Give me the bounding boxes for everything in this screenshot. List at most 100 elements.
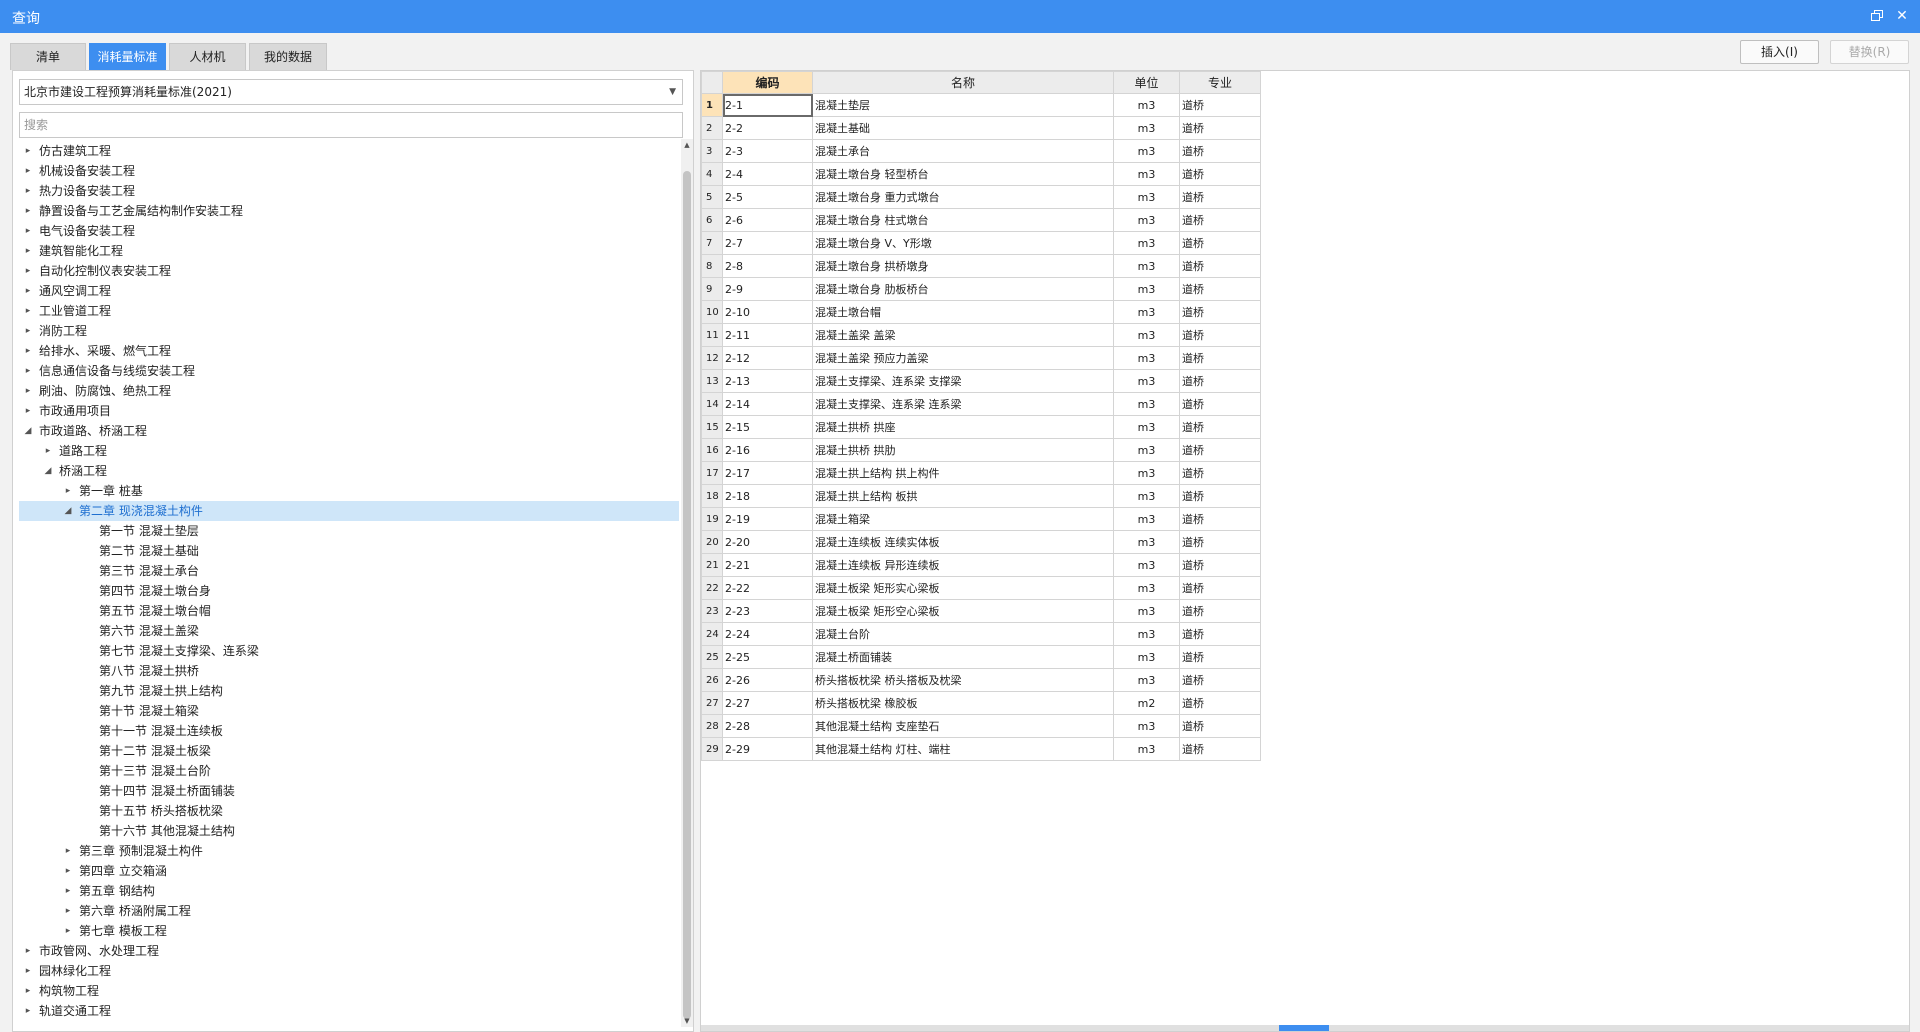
row-number[interactable]: 9 [701, 277, 723, 301]
name-cell[interactable]: 桥头搭板枕梁 橡胶板 [812, 691, 1114, 715]
table-row[interactable]: 11 2-11 混凝土盖梁 盖梁 m3 道桥 [701, 323, 1261, 347]
name-cell[interactable]: 混凝土垫层 [812, 93, 1114, 117]
code-cell[interactable]: 2-20 [722, 530, 813, 554]
search-input[interactable] [19, 112, 683, 138]
column-header-code[interactable]: 编码 [722, 71, 813, 94]
unit-cell[interactable]: m3 [1113, 254, 1180, 278]
tree-item[interactable]: 第七节 混凝土支撑梁、连系梁 [19, 641, 679, 661]
code-cell[interactable]: 2-18 [722, 484, 813, 508]
specialty-cell[interactable]: 道桥 [1179, 208, 1261, 232]
code-cell[interactable]: 2-1 [722, 93, 813, 117]
row-number[interactable]: 3 [701, 139, 723, 163]
name-cell[interactable]: 混凝土拱桥 拱座 [812, 415, 1114, 439]
table-row[interactable]: 10 2-10 混凝土墩台帽 m3 道桥 [701, 300, 1261, 324]
row-number[interactable]: 5 [701, 185, 723, 209]
collapsed-arrow-icon[interactable]: ▸ [23, 401, 33, 421]
name-cell[interactable]: 混凝土盖梁 预应力盖梁 [812, 346, 1114, 370]
specialty-cell[interactable]: 道桥 [1179, 553, 1261, 577]
insert-button[interactable]: 插入(I) [1740, 40, 1819, 64]
scroll-down-icon[interactable]: ▼ [681, 1015, 693, 1027]
specialty-cell[interactable]: 道桥 [1179, 323, 1261, 347]
scroll-thumb[interactable] [683, 171, 691, 1019]
row-number[interactable]: 23 [701, 599, 723, 623]
specialty-cell[interactable]: 道桥 [1179, 714, 1261, 738]
collapsed-arrow-icon[interactable]: ▸ [43, 441, 53, 461]
standard-select[interactable]: 北京市建设工程预算消耗量标准(2021) ▼ [19, 79, 683, 105]
tab-labor-material-machine[interactable]: 人材机 [169, 43, 246, 70]
collapsed-arrow-icon[interactable]: ▸ [23, 361, 33, 381]
collapsed-arrow-icon[interactable]: ▸ [23, 221, 33, 241]
name-cell[interactable]: 混凝土板梁 矩形空心梁板 [812, 599, 1114, 623]
specialty-cell[interactable]: 道桥 [1179, 415, 1261, 439]
row-number[interactable]: 28 [701, 714, 723, 738]
specialty-cell[interactable]: 道桥 [1179, 300, 1261, 324]
specialty-cell[interactable]: 道桥 [1179, 484, 1261, 508]
code-cell[interactable]: 2-7 [722, 231, 813, 255]
tree-item[interactable]: 第三节 混凝土承台 [19, 561, 679, 581]
horizontal-scrollbar[interactable] [701, 1025, 1909, 1031]
code-cell[interactable]: 2-5 [722, 185, 813, 209]
code-cell[interactable]: 2-25 [722, 645, 813, 669]
name-cell[interactable]: 混凝土支撑梁、连系梁 连系梁 [812, 392, 1114, 416]
specialty-cell[interactable]: 道桥 [1179, 346, 1261, 370]
row-number[interactable]: 4 [701, 162, 723, 186]
row-number[interactable]: 14 [701, 392, 723, 416]
collapsed-arrow-icon[interactable]: ▸ [23, 981, 33, 1001]
collapsed-arrow-icon[interactable]: ▸ [23, 141, 33, 161]
name-cell[interactable]: 混凝土板梁 矩形实心梁板 [812, 576, 1114, 600]
chevron-down-icon[interactable]: ▼ [669, 80, 676, 104]
row-number[interactable]: 11 [701, 323, 723, 347]
replace-button[interactable]: 替换(R) [1830, 40, 1909, 64]
name-cell[interactable]: 混凝土台阶 [812, 622, 1114, 646]
code-cell[interactable]: 2-10 [722, 300, 813, 324]
unit-cell[interactable]: m3 [1113, 714, 1180, 738]
code-cell[interactable]: 2-8 [722, 254, 813, 278]
table-row[interactable]: 18 2-18 混凝土拱上结构 板拱 m3 道桥 [701, 484, 1261, 508]
tree-item[interactable]: ▸ 第三章 预制混凝土构件 [19, 841, 679, 861]
tree-item[interactable]: ▸ 电气设备安装工程 [19, 221, 679, 241]
tree-item[interactable]: ◢ 市政道路、桥涵工程 [19, 421, 679, 441]
table-row[interactable]: 29 2-29 其他混凝土结构 灯柱、端柱 m3 道桥 [701, 737, 1261, 761]
specialty-cell[interactable]: 道桥 [1179, 461, 1261, 485]
code-cell[interactable]: 2-9 [722, 277, 813, 301]
name-cell[interactable]: 混凝土支撑梁、连系梁 支撑梁 [812, 369, 1114, 393]
collapsed-arrow-icon[interactable]: ▸ [23, 261, 33, 281]
table-row[interactable]: 28 2-28 其他混凝土结构 支座垫石 m3 道桥 [701, 714, 1261, 738]
unit-cell[interactable]: m3 [1113, 599, 1180, 623]
table-row[interactable]: 1 2-1 混凝土垫层 m3 道桥 [701, 93, 1261, 117]
tree-item[interactable]: ▸ 信息通信设备与线缆安装工程 [19, 361, 679, 381]
name-cell[interactable]: 混凝土桥面铺装 [812, 645, 1114, 669]
expanded-arrow-icon[interactable]: ◢ [23, 421, 33, 441]
unit-cell[interactable]: m3 [1113, 93, 1180, 117]
collapsed-arrow-icon[interactable]: ▸ [63, 901, 73, 921]
specialty-cell[interactable]: 道桥 [1179, 277, 1261, 301]
name-cell[interactable]: 混凝土墩台身 重力式墩台 [812, 185, 1114, 209]
name-cell[interactable]: 混凝土连续板 异形连续板 [812, 553, 1114, 577]
specialty-cell[interactable]: 道桥 [1179, 438, 1261, 462]
collapsed-arrow-icon[interactable]: ▸ [23, 301, 33, 321]
code-cell[interactable]: 2-29 [722, 737, 813, 761]
unit-cell[interactable]: m3 [1113, 346, 1180, 370]
row-number[interactable]: 12 [701, 346, 723, 370]
row-number[interactable]: 19 [701, 507, 723, 531]
tree-item[interactable]: ▸ 构筑物工程 [19, 981, 679, 1001]
name-cell[interactable]: 混凝土墩台身 拱桥墩身 [812, 254, 1114, 278]
name-cell[interactable]: 混凝土墩台身 轻型桥台 [812, 162, 1114, 186]
unit-cell[interactable]: m2 [1113, 691, 1180, 715]
tree-item[interactable]: ▸ 第七章 模板工程 [19, 921, 679, 941]
row-number[interactable]: 26 [701, 668, 723, 692]
expanded-arrow-icon[interactable]: ◢ [63, 501, 73, 521]
unit-cell[interactable]: m3 [1113, 369, 1180, 393]
specialty-cell[interactable]: 道桥 [1179, 162, 1261, 186]
tree-item[interactable]: ▸ 给排水、采暖、燃气工程 [19, 341, 679, 361]
collapsed-arrow-icon[interactable]: ▸ [23, 1001, 33, 1021]
code-cell[interactable]: 2-22 [722, 576, 813, 600]
name-cell[interactable]: 混凝土墩台身 柱式墩台 [812, 208, 1114, 232]
row-number[interactable]: 25 [701, 645, 723, 669]
name-cell[interactable]: 混凝土墩台帽 [812, 300, 1114, 324]
name-cell[interactable]: 混凝土墩台身 V、Y形墩 [812, 231, 1114, 255]
row-number[interactable]: 21 [701, 553, 723, 577]
tree-item[interactable]: ▸ 静置设备与工艺金属结构制作安装工程 [19, 201, 679, 221]
specialty-cell[interactable]: 道桥 [1179, 254, 1261, 278]
name-cell[interactable]: 混凝土盖梁 盖梁 [812, 323, 1114, 347]
